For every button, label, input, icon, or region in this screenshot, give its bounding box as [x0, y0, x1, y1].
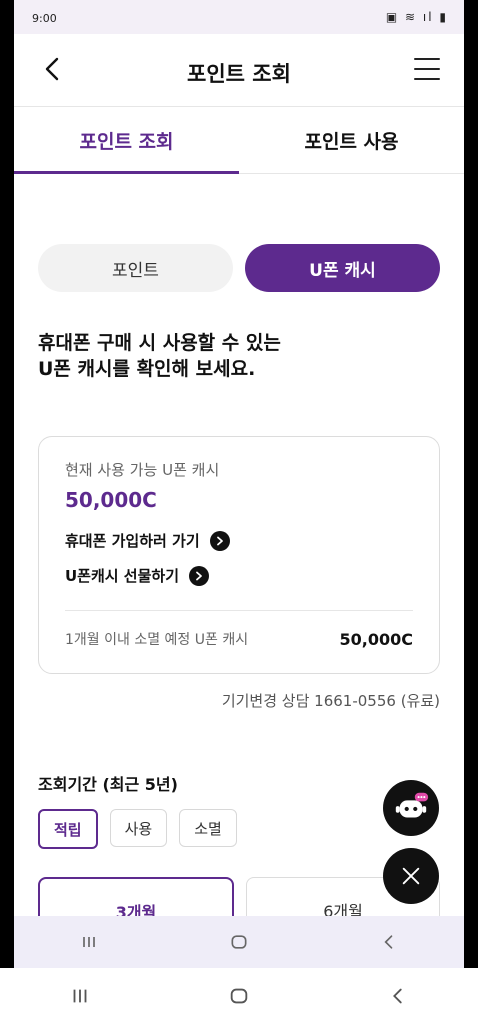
status-bar: 9:00 ▣ ≋ ıl ▮: [14, 0, 464, 34]
arrow-right-circle-icon: [209, 530, 230, 551]
ucash-available-label: 현재 사용 가능 U폰 캐시: [65, 461, 220, 479]
period-title: 조회기간 (최근 5년): [38, 775, 178, 794]
back-nav-icon[interactable]: [377, 930, 401, 954]
device-bezel-left: [0, 0, 14, 968]
consult-phone-text: 기기변경 상담 1661-0556 (유료): [221, 692, 440, 710]
home-icon[interactable]: [227, 984, 251, 1008]
tab-point-inquiry[interactable]: 포인트 조회: [14, 107, 239, 174]
home-icon[interactable]: [227, 930, 251, 954]
close-icon: [402, 867, 420, 885]
expiring-amount: 50,000C: [339, 629, 413, 649]
gift-ucash-link[interactable]: U폰캐시 선물하기: [65, 565, 413, 586]
join-phone-link[interactable]: 휴대폰 가입하러 가기: [65, 530, 413, 551]
segment-ucash[interactable]: U폰 캐시: [245, 244, 440, 292]
close-floating-button[interactable]: [383, 848, 439, 904]
tab-point-use[interactable]: 포인트 사용: [239, 107, 464, 173]
ucash-card: 현재 사용 가능 U폰 캐시 50,000C 휴대폰 가입하러 가기 U폰캐시 …: [38, 436, 440, 674]
join-phone-link-label: 휴대폰 가입하러 가기: [65, 532, 200, 550]
headline-line2: U폰 캐시를 확인해 보세요.: [38, 358, 256, 380]
headline: 휴대폰 구매 시 사용할 수 있는 U폰 캐시를 확인해 보세요.: [38, 330, 440, 382]
ucash-available-amount: 50,000C: [65, 488, 157, 512]
chip-expire[interactable]: 소멸: [179, 809, 237, 847]
system-navbar: [14, 916, 464, 968]
type-filter-chips: 적립 사용 소멸: [38, 809, 440, 849]
page-title: 포인트 조회: [187, 62, 291, 86]
segment-point[interactable]: 포인트: [38, 244, 233, 292]
back-nav-icon[interactable]: [386, 984, 410, 1008]
expiring-label: 1개월 이내 소멸 예정 U폰 캐시: [65, 632, 249, 648]
chatbot-icon: [395, 792, 429, 818]
hamburger-menu-icon[interactable]: [414, 58, 440, 80]
headline-line1: 휴대폰 구매 시 사용할 수 있는: [38, 332, 281, 354]
recent-apps-icon[interactable]: [68, 984, 92, 1008]
chip-use[interactable]: 사용: [109, 809, 168, 847]
expiring-row: 1개월 이내 소멸 예정 U폰 캐시 50,000C: [65, 629, 413, 649]
app-bar: 포인트 조회: [14, 34, 464, 107]
recent-apps-icon[interactable]: [77, 930, 101, 954]
segmented-control: 포인트 U폰 캐시: [38, 244, 440, 292]
chip-earn[interactable]: 적립: [38, 809, 98, 849]
card-divider: [65, 610, 413, 611]
device-bezel-right: [464, 0, 478, 968]
tab-bar: 포인트 조회 포인트 사용: [14, 107, 464, 174]
status-icons: ▣ ≋ ıl ▮: [385, 10, 448, 24]
status-time: 9:00: [32, 12, 57, 25]
outer-system-navbar: [0, 968, 478, 1024]
arrow-right-circle-icon: [189, 565, 210, 586]
screen: 9:00 ▣ ≋ ıl ▮ 포인트 조회 포인트 조회 포인트 사용 포인트 U…: [0, 0, 478, 1024]
chatbot-button[interactable]: [383, 780, 439, 836]
app-viewport: 9:00 ▣ ≋ ıl ▮ 포인트 조회 포인트 조회 포인트 사용 포인트 U…: [14, 0, 464, 968]
gift-ucash-link-label: U폰캐시 선물하기: [65, 567, 180, 585]
